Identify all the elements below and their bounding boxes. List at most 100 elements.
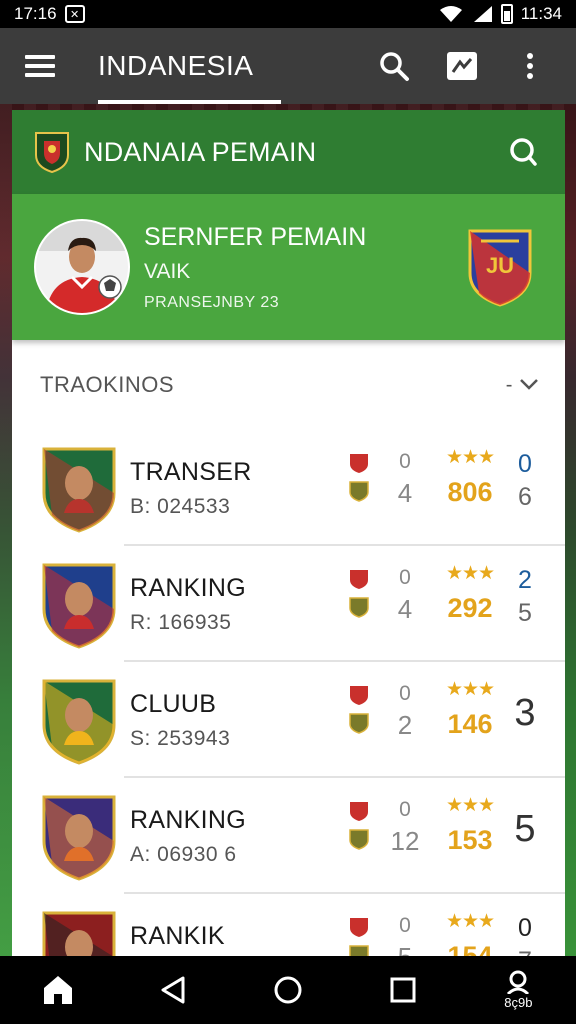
row-score: 292 xyxy=(447,593,493,623)
row-number-top: 0 xyxy=(399,798,411,821)
status-time: 17:16 xyxy=(14,4,57,23)
row-numbers: 04 xyxy=(390,450,420,509)
row-badges xyxy=(348,800,370,850)
row-numbers: 04 xyxy=(390,566,420,625)
row-score: 146 xyxy=(447,709,493,739)
rank-bottom: 7 xyxy=(510,947,540,956)
row-title: TRANSER xyxy=(130,457,252,486)
trending-button[interactable] xyxy=(430,34,494,98)
player-card: NDANAIA PEMAIN SERNFER PEMAIN VAIK PRANS… xyxy=(12,110,565,956)
row-title: RANKING xyxy=(130,805,247,834)
club-crest-icon xyxy=(42,795,116,881)
mini-crest-icon xyxy=(349,945,369,956)
row-score-block: ★★★ 806 xyxy=(440,446,500,508)
profile-icon xyxy=(507,970,530,994)
rank-top: 0 xyxy=(518,450,532,478)
rank-value: 5 xyxy=(514,808,536,850)
recents-icon xyxy=(390,977,416,1003)
row-subtitle: B: 024533 xyxy=(130,494,231,518)
wifi-icon xyxy=(439,6,462,22)
section-header[interactable]: TRAOKINOS - xyxy=(12,340,565,430)
profile-text: SERNFER PEMAIN VAIK PRANSEJNBY 23 xyxy=(144,223,366,312)
row-title: CLUUB xyxy=(130,689,217,718)
row-subtitle: A: 06930 6 xyxy=(130,842,237,866)
row-text: TRANSER B: 024533 xyxy=(130,458,330,519)
club-crest-icon xyxy=(42,911,116,956)
row-score-block: ★★★ 292 xyxy=(440,562,500,624)
app-actions xyxy=(362,34,576,98)
club-crest-icon xyxy=(42,563,116,649)
list-item[interactable]: TRANSER B: 024533 0 4 ★★★ 806 0 6 xyxy=(12,430,565,546)
row-score-block: ★★★ 154 xyxy=(440,910,500,956)
row-subtitle: R: 166935 xyxy=(130,610,232,634)
federation-crest-icon xyxy=(35,132,69,173)
recents-button[interactable] xyxy=(373,960,433,1020)
profile-button[interactable]: 8ç9b xyxy=(488,960,548,1020)
mini-crest-icon xyxy=(350,686,368,705)
search-icon xyxy=(380,52,409,81)
navigation-bar: 8ç9b xyxy=(0,956,576,1024)
rating-stars: ★★★ xyxy=(445,563,495,584)
row-rank: 07 xyxy=(510,914,540,956)
search-button[interactable] xyxy=(362,34,426,98)
app-title[interactable]: INDANESIA xyxy=(80,28,282,104)
rating-stars: ★★★ xyxy=(445,795,495,816)
rank-value: 3 xyxy=(514,692,536,734)
club-crest-icon xyxy=(42,679,116,765)
card-header: NDANAIA PEMAIN xyxy=(12,110,565,194)
menu-button[interactable] xyxy=(0,28,80,104)
app-bar: INDANESIA xyxy=(0,28,576,104)
row-score: 154 xyxy=(447,941,493,956)
row-badges xyxy=(348,916,370,956)
svg-text:JU: JU xyxy=(486,253,514,278)
row-score-block: ★★★ 146 xyxy=(440,678,500,740)
circle-home-button[interactable] xyxy=(258,960,318,1020)
row-numbers: 0 12 xyxy=(390,798,420,857)
player-meta: PRANSEJNBY 23 xyxy=(144,293,280,311)
row-number-top: 0 xyxy=(399,914,411,937)
rank-top: 2 xyxy=(518,566,532,594)
mini-crest-icon xyxy=(350,802,368,821)
battery-icon xyxy=(500,4,513,24)
row-badges xyxy=(348,684,370,734)
trending-icon xyxy=(447,52,477,80)
club-crest-icon: JU xyxy=(468,229,532,307)
mini-crest-icon xyxy=(350,918,368,937)
mini-crest-icon xyxy=(349,597,369,618)
list-item[interactable]: CLUUB S: 253943 0 2 ★★★ 146 3 xyxy=(12,662,565,778)
row-score-block: ★★★ 153 xyxy=(440,794,500,856)
notification-icon: ✕ xyxy=(64,5,85,23)
player-name: SERNFER PEMAIN xyxy=(144,222,367,251)
status-bar: 17:16 ✕ 11:34 xyxy=(0,0,576,28)
card-search-button[interactable] xyxy=(503,132,543,172)
row-number-bottom: 5 xyxy=(390,942,420,956)
row-number-top: 0 xyxy=(399,682,411,705)
home-button[interactable] xyxy=(28,960,88,1020)
row-score: 153 xyxy=(447,825,493,855)
row-text: CLUUB S: 253943 xyxy=(130,690,330,751)
mini-crest-icon xyxy=(349,713,369,734)
home-icon xyxy=(43,976,72,1004)
row-score: 806 xyxy=(447,477,493,507)
player-position: VAIK xyxy=(144,259,191,283)
list-item[interactable]: RANKING A: 06930 6 0 12 ★★★ 153 5 xyxy=(12,778,565,894)
section-toggle[interactable]: - xyxy=(506,374,539,397)
row-numbers: 05 xyxy=(390,914,420,956)
mini-crest-icon xyxy=(349,829,369,850)
row-number-top: 0 xyxy=(399,450,411,473)
list-item[interactable]: RANKING R: 166935 0 4 ★★★ 292 2 5 xyxy=(12,546,565,662)
row-title: RANKING xyxy=(130,573,247,602)
back-button[interactable] xyxy=(143,960,203,1020)
status-clock: 11:34 xyxy=(520,4,562,23)
row-badges xyxy=(348,568,370,618)
profile-label: 8ç9b xyxy=(504,995,533,1010)
list-item[interactable]: RANKIK8: 24338105★★★15407 xyxy=(12,894,565,956)
more-options-button[interactable] xyxy=(498,34,562,98)
mini-crest-icon xyxy=(350,454,368,473)
row-number-bottom: 4 xyxy=(397,478,413,508)
row-numbers: 02 xyxy=(390,682,420,741)
rating-stars: ★★★ xyxy=(445,679,495,700)
card-header-title: NDANAIA PEMAIN xyxy=(84,136,317,167)
tracking-list: TRANSER B: 024533 0 4 ★★★ 806 0 6 RANKING R: 1669… xyxy=(12,430,565,956)
player-profile[interactable]: SERNFER PEMAIN VAIK PRANSEJNBY 23 JU xyxy=(12,194,565,340)
